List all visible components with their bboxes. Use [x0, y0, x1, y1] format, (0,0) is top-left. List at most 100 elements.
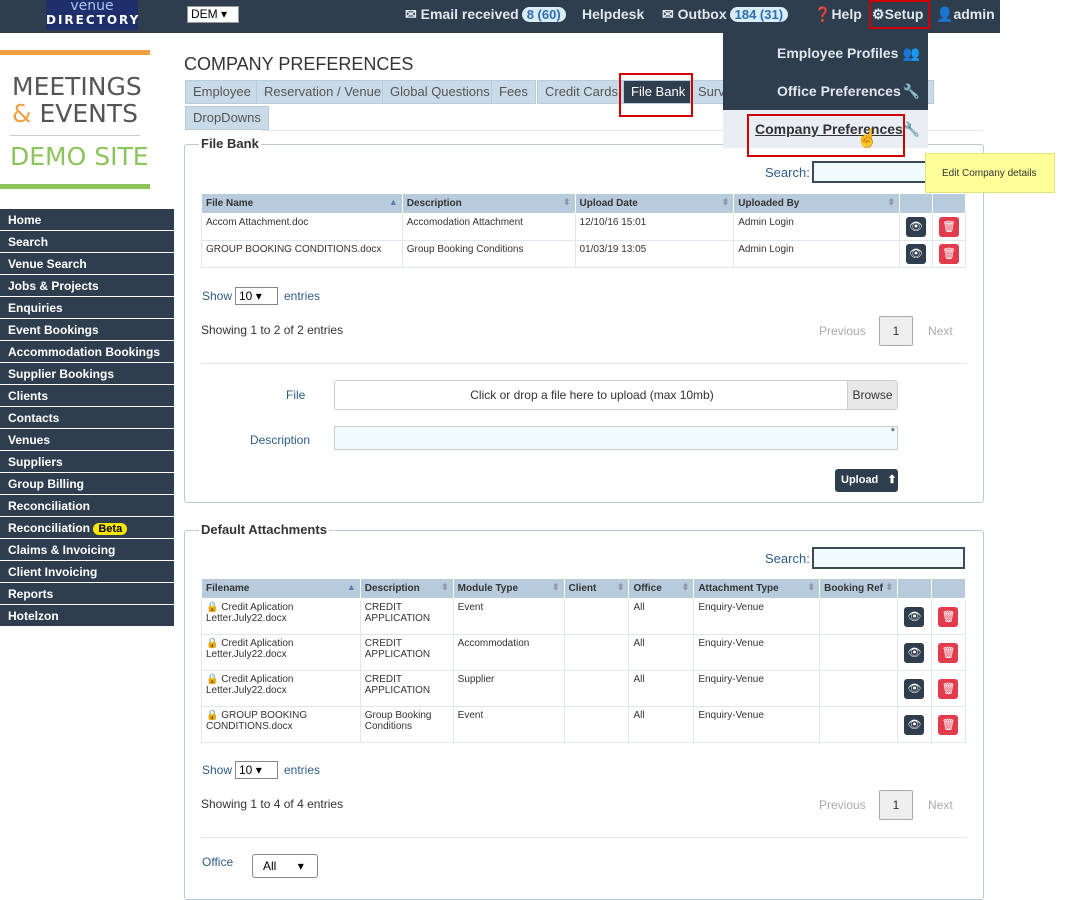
brand-divider [10, 135, 140, 136]
trash-icon[interactable]: 🗑 [938, 714, 959, 735]
sidebar-item-group-billing[interactable]: Group Billing [0, 473, 174, 495]
sidebar-item-supplier-bookings[interactable]: Supplier Bookings [0, 363, 174, 385]
sort-icon: ⬍ [616, 582, 625, 592]
envelope-icon: ✉ [662, 6, 674, 22]
outbox-badge: 184 (31) [729, 7, 789, 22]
tab-reservation-venue[interactable]: Reservation / Venue [256, 80, 390, 104]
trash-icon[interactable]: 🗑 [938, 678, 959, 699]
col-view [896, 578, 932, 599]
attachments-search-input[interactable] [812, 547, 965, 569]
sidebar-item-clients[interactable]: Clients [0, 385, 174, 407]
attachments-page-1[interactable]: 1 [879, 790, 913, 820]
chevron-down-icon: ▾ [297, 859, 304, 873]
user-menu[interactable]: 👤admin [936, 6, 995, 23]
cell-attachment-type: Enquiry-Venue [693, 670, 821, 707]
col-uploaded-by[interactable]: Uploaded By ⬍ [733, 193, 900, 214]
browse-button[interactable]: Browse [847, 381, 897, 409]
sidebar-item-search[interactable]: Search [0, 231, 174, 253]
highlight-company-preferences [747, 114, 905, 157]
attachments-page-size-select[interactable]: 10 ▾ [235, 761, 278, 779]
upload-button[interactable]: Upload ⬆ [835, 469, 898, 492]
tab-global-questions[interactable]: Global Questions [382, 80, 498, 104]
sidebar-item-hotelzon[interactable]: Hotelzon [0, 605, 174, 627]
help-link[interactable]: ❓Help [814, 6, 862, 23]
sidebar-item-home[interactable]: Home [0, 209, 174, 231]
col-client-label: Client [568, 583, 597, 594]
chevron-down-icon: ▾ [255, 763, 262, 777]
col-office[interactable]: Office ⬍ [628, 578, 695, 599]
col-attachment-type-label: Attachment Type [698, 583, 779, 594]
sidebar-item-suppliers[interactable]: Suppliers [0, 451, 174, 473]
trash-icon[interactable]: 🗑 [938, 217, 959, 237]
hand-cursor-icon: ☝ [856, 128, 879, 148]
sidebar-item-reports[interactable]: Reports [0, 583, 174, 605]
file-bank-previous[interactable]: Previous [819, 324, 866, 338]
tab-fees[interactable]: Fees [491, 80, 536, 104]
tab-credit-cards[interactable]: Credit Cards [537, 80, 626, 104]
helpdesk-label: Helpdesk [582, 6, 645, 22]
cell-office: All [628, 634, 695, 671]
helpdesk-link[interactable]: Helpdesk [582, 6, 644, 22]
col-description[interactable]: Description ⬍ [359, 578, 454, 599]
cell-attachment-type: Enquiry-Venue [693, 598, 821, 635]
file-bank-next[interactable]: Next [928, 324, 953, 338]
col-description[interactable]: Description ⬍ [401, 193, 576, 214]
sidebar-item-event-bookings[interactable]: Event Bookings [0, 319, 174, 341]
sidebar-item-reconciliation[interactable]: Reconciliation [0, 495, 174, 517]
tab-dropdowns[interactable]: DropDowns [185, 106, 269, 130]
office-select[interactable]: All ▾ [252, 854, 318, 878]
sidebar-item-claims-invoicing[interactable]: Claims & Invoicing [0, 539, 174, 561]
binoculars-icon[interactable]: 👁 [904, 678, 925, 699]
cell-description: Group Booking Conditions [401, 240, 576, 268]
attachments-next[interactable]: Next [928, 798, 953, 812]
file-bank-page-1[interactable]: 1 [879, 316, 913, 346]
venue-directory-logo[interactable]: venue DIRECTORY [46, 0, 138, 30]
binoculars-icon[interactable]: 👁 [905, 217, 926, 237]
sidebar-item-venues[interactable]: Venues [0, 429, 174, 451]
sidebar-item-accommodation-bookings[interactable]: Accommodation Bookings [0, 341, 174, 363]
sidebar-item-jobs-projects[interactable]: Jobs & Projects [0, 275, 174, 297]
cell-delete: 🗑 [931, 213, 967, 241]
cell-filename: 🔒 Credit Aplication Letter.July22.docx [201, 670, 361, 707]
menu-item-office-preferences[interactable]: Office Preferences 🔧 [723, 72, 928, 110]
sidebar-item-client-invoicing[interactable]: Client Invoicing [0, 561, 174, 583]
sort-asc-icon: ▲ [388, 197, 398, 207]
sidebar-item-venue-search[interactable]: Venue Search [0, 253, 174, 275]
col-module-type[interactable]: Module Type ⬍ [452, 578, 565, 599]
col-upload-date[interactable]: Upload Date ⬍ [574, 193, 735, 214]
attachments-previous[interactable]: Previous [819, 798, 866, 812]
required-marker: * [890, 426, 895, 438]
binoculars-icon[interactable]: 👁 [904, 714, 925, 735]
binoculars-icon[interactable]: 👁 [904, 606, 925, 627]
binoculars-icon[interactable]: 👁 [905, 244, 926, 264]
col-booking-ref[interactable]: Booking Ref ⬍ [819, 578, 898, 599]
file-bank-search-label: Search: [765, 165, 810, 180]
brand-events: EVENTS [39, 99, 138, 128]
cell-client [563, 634, 630, 671]
cell-filename: 🔒 Credit Aplication Letter.July22.docx [201, 598, 361, 635]
menu-item-employee-profiles[interactable]: Employee Profiles 👥 [723, 34, 928, 72]
cell-description: Group Booking Conditions [359, 706, 454, 743]
col-filename[interactable]: Filename ▲ [201, 578, 361, 599]
trash-icon[interactable]: 🗑 [938, 244, 959, 264]
col-description-label: Description [364, 583, 420, 594]
trash-icon[interactable]: 🗑 [938, 642, 959, 663]
col-file-name[interactable]: File Name ▲ [201, 193, 403, 214]
sidebar-item-enquiries[interactable]: Enquiries [0, 297, 174, 319]
org-select[interactable]: DEM ▾ [187, 6, 239, 23]
sidebar-item-contacts[interactable]: Contacts [0, 407, 174, 429]
file-dropzone[interactable]: Click or drop a file here to upload (max… [334, 380, 898, 410]
sidebar-item-reconciliation-beta[interactable]: Reconciliation Beta [0, 517, 174, 539]
outbox-link[interactable]: ✉ Outbox 184 (31) [662, 6, 789, 23]
trash-icon[interactable]: 🗑 [938, 606, 959, 627]
col-attachment-type[interactable]: Attachment Type ⬍ [693, 578, 821, 599]
sort-icon: ⬍ [721, 197, 730, 207]
sort-icon: ⬍ [807, 582, 816, 592]
tab-employee[interactable]: Employee [185, 80, 259, 104]
description-input[interactable]: * [334, 426, 898, 450]
file-bank-page-size-select[interactable]: 10 ▾ [235, 287, 278, 305]
binoculars-icon[interactable]: 👁 [904, 642, 925, 663]
employee-profiles-label: Employee Profiles [777, 45, 899, 61]
email-received-link[interactable]: ✉ Email received 8 (60) [405, 6, 566, 23]
col-client[interactable]: Client ⬍ [563, 578, 630, 599]
